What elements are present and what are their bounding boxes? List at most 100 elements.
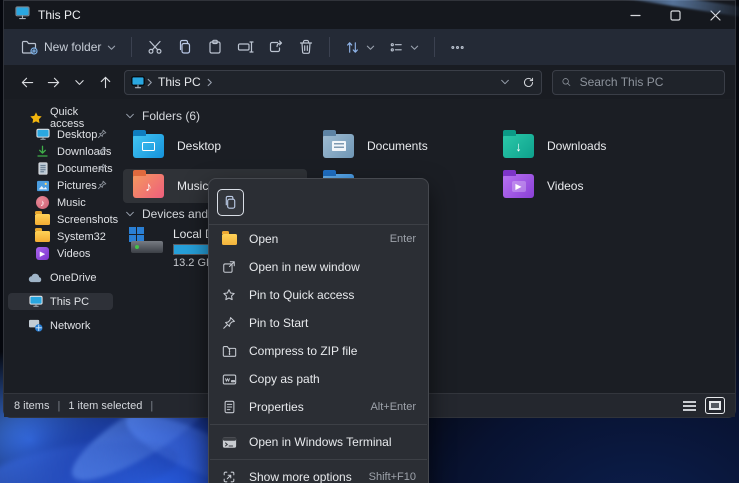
this-pc-icon <box>15 6 30 25</box>
cut-icon <box>147 39 163 55</box>
sidebar-item-label: Pictures <box>57 180 97 192</box>
sidebar-item-onedrive[interactable]: OneDrive <box>8 269 113 286</box>
this-pc-icon <box>28 295 43 308</box>
chevron-down-icon <box>410 43 419 52</box>
breadcrumb-this-pc[interactable]: This PC <box>158 75 201 89</box>
folder-tile-desktop[interactable]: Desktop <box>123 129 307 163</box>
sidebar-item-pictures[interactable]: Pictures <box>8 177 113 194</box>
back-button[interactable] <box>14 69 40 95</box>
delete-button[interactable] <box>291 34 321 60</box>
toolbar-separator <box>329 37 330 57</box>
zip-folder-icon <box>221 344 237 358</box>
up-button[interactable] <box>92 69 118 95</box>
large-icons-view-button[interactable] <box>705 397 725 414</box>
rename-icon <box>237 39 254 55</box>
sidebar-item-documents[interactable]: Documents <box>8 160 113 177</box>
pin-icon <box>97 146 107 159</box>
sidebar-item-music[interactable]: ♪ Music <box>8 194 113 211</box>
minimize-button[interactable] <box>615 1 655 29</box>
breadcrumb-chevron-icon <box>145 78 154 87</box>
folder-tile-videos[interactable]: ▶ Videos <box>493 169 677 203</box>
new-folder-button[interactable]: New folder <box>14 35 123 60</box>
menu-item-pin-quick-access[interactable]: Pin to Quick access <box>209 281 428 309</box>
menu-item-open[interactable]: Open Enter <box>209 225 428 253</box>
context-menu-quick-actions <box>209 185 428 225</box>
navigation-pane: Quick access Desktop <box>4 99 117 393</box>
copy-icon <box>177 39 193 55</box>
menu-item-compress-zip[interactable]: Compress to ZIP file <box>209 337 428 365</box>
forward-button[interactable] <box>40 69 66 95</box>
open-new-window-icon <box>221 260 237 274</box>
sort-button[interactable] <box>338 35 382 60</box>
network-icon <box>28 319 43 332</box>
new-folder-icon <box>21 40 38 55</box>
paste-icon <box>207 39 223 55</box>
see-more-button[interactable] <box>443 35 472 60</box>
command-bar: New folder <box>4 29 735 65</box>
search-icon <box>561 76 572 88</box>
refresh-icon[interactable] <box>522 76 535 89</box>
pin-icon <box>97 129 107 142</box>
sidebar-item-screenshots[interactable]: Screenshots <box>8 211 113 228</box>
sidebar-item-this-pc[interactable]: This PC <box>8 293 113 310</box>
menu-item-show-more-options[interactable]: Show more options Shift+F10 <box>209 463 428 483</box>
titlebar: This PC <box>4 1 735 29</box>
local-disk-icon <box>127 227 165 261</box>
windows-logo-icon <box>129 227 144 242</box>
menu-item-pin-start[interactable]: Pin to Start <box>209 309 428 337</box>
sidebar-item-label: This PC <box>50 296 89 308</box>
rename-button[interactable] <box>230 34 261 60</box>
star-icon <box>28 111 43 125</box>
sort-icon <box>345 40 360 55</box>
share-button[interactable] <box>261 34 291 60</box>
search-input[interactable] <box>580 75 716 89</box>
sidebar-item-label: Music <box>57 197 86 209</box>
cut-button[interactable] <box>140 34 170 60</box>
view-button[interactable] <box>382 35 426 60</box>
sidebar-item-quick-access[interactable]: Quick access <box>8 109 113 126</box>
sidebar-item-desktop[interactable]: Desktop <box>8 126 113 143</box>
pin-quick-access-icon <box>221 288 237 302</box>
videos-folder-icon: ▶ <box>503 174 534 198</box>
pin-icon <box>97 163 107 176</box>
menu-item-open-windows-terminal[interactable]: Open in Windows Terminal <box>209 428 428 456</box>
recent-locations-button[interactable] <box>66 69 92 95</box>
context-copy-button[interactable] <box>217 189 244 216</box>
paste-button[interactable] <box>200 34 230 60</box>
ellipsis-icon <box>450 40 465 55</box>
menu-item-open-new-window[interactable]: Open in new window <box>209 253 428 281</box>
desktop-wallpaper: This PC New folder <box>0 0 739 483</box>
sidebar-item-videos[interactable]: ▶ Videos <box>8 245 113 262</box>
documents-folder-icon <box>323 134 354 158</box>
large-icons-view-icon <box>709 401 721 410</box>
search-box[interactable] <box>552 70 725 95</box>
details-view-button[interactable] <box>679 397 699 414</box>
sidebar-item-network[interactable]: Network <box>8 317 113 334</box>
chevron-down-icon <box>366 43 375 52</box>
address-bar[interactable]: This PC <box>124 70 542 95</box>
sidebar-item-label: OneDrive <box>50 272 96 284</box>
menu-separator <box>210 459 427 460</box>
pin-icon <box>221 316 237 330</box>
open-folder-icon <box>221 234 237 245</box>
menu-item-copy-as-path[interactable]: Copy as path <box>209 365 428 393</box>
desktop-icon <box>35 128 50 141</box>
folder-tile-downloads[interactable]: ↓ Downloads <box>493 129 677 163</box>
folders-section-header[interactable]: Folders (6) <box>125 109 200 123</box>
show-more-options-icon <box>221 470 237 483</box>
menu-item-properties[interactable]: Properties Alt+Enter <box>209 393 428 421</box>
folder-tile-documents[interactable]: Documents <box>313 129 497 163</box>
details-view-icon <box>683 401 696 411</box>
cloud-icon <box>28 273 43 283</box>
sidebar-item-downloads[interactable]: Downloads <box>8 143 113 160</box>
sidebar-item-system32[interactable]: System32 <box>8 228 113 245</box>
folder-icon <box>35 214 50 225</box>
toolbar-separator <box>131 37 132 57</box>
copy-button[interactable] <box>170 34 200 60</box>
toolbar-separator <box>434 37 435 57</box>
copy-path-icon <box>221 373 237 386</box>
folder-icon <box>35 231 50 242</box>
this-pc-icon <box>131 76 145 89</box>
address-dropdown-icon[interactable] <box>500 77 510 87</box>
window-title: This PC <box>38 8 81 22</box>
